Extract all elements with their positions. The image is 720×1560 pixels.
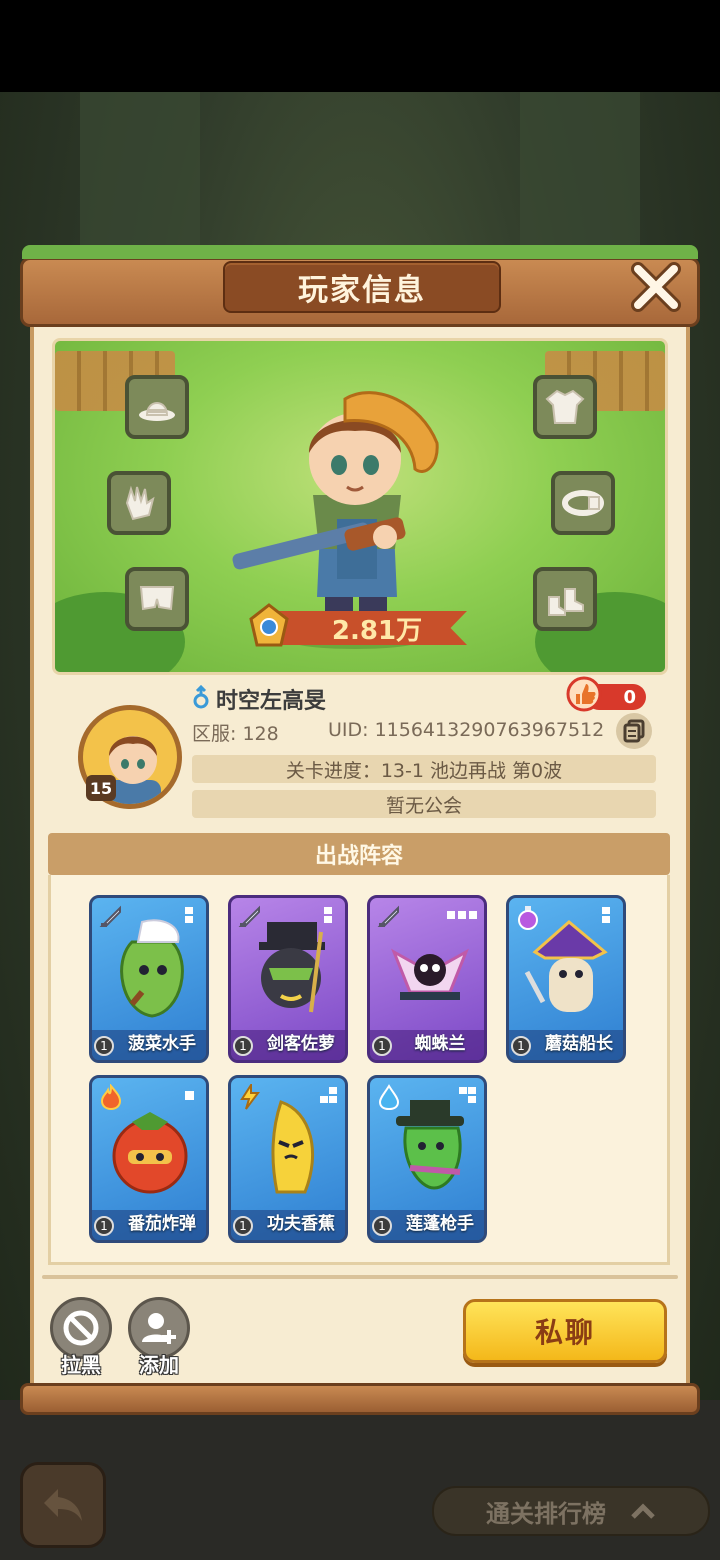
mushroom-captain-art xyxy=(524,920,608,1012)
lineup-card[interactable]: 1 番茄炸弹 xyxy=(89,1075,209,1243)
lineup-card[interactable]: 1 菠菜水手 xyxy=(89,895,209,1063)
card-name: 蜘蛛兰 xyxy=(414,1034,466,1054)
power-banner: 2.81万 xyxy=(247,603,473,649)
equip-slot-hat[interactable] xyxy=(125,375,189,439)
section-divider xyxy=(42,1275,678,1279)
gender-male-icon xyxy=(193,685,209,709)
card-level: 1 xyxy=(372,1036,392,1056)
grass-decoration xyxy=(22,245,698,259)
glove-icon xyxy=(125,485,155,521)
chevron-up-icon xyxy=(631,1503,655,1519)
uid-label: UID: 1156413290763967512 xyxy=(328,719,605,741)
equip-slot-shoes[interactable] xyxy=(533,567,597,631)
background-bottom xyxy=(0,1400,720,1560)
player-level-badge: 15 xyxy=(86,775,116,801)
dialog-title: 玩家信息 xyxy=(223,261,501,313)
close-icon xyxy=(631,262,681,312)
close-button[interactable] xyxy=(624,255,688,319)
add-friend-label: 添加 xyxy=(139,1353,179,1377)
card-name: 番茄炸弹 xyxy=(128,1214,196,1234)
player-name: 时空左高旻 xyxy=(216,689,327,714)
dialog-scroll-bottom xyxy=(20,1383,700,1415)
status-bar xyxy=(0,0,720,92)
player-info-dialog: 玩家信息 2.81万 15 时空左高旻 0 区服: 128 UID: 11564… xyxy=(20,245,700,1415)
equip-slot-shirt[interactable] xyxy=(533,375,597,439)
belt-icon xyxy=(562,490,604,516)
hat-icon xyxy=(139,402,175,421)
card-name: 莲蓬枪手 xyxy=(406,1214,474,1234)
copy-icon xyxy=(623,719,645,743)
power-gem-icon xyxy=(249,603,289,647)
equip-slot-pants[interactable] xyxy=(125,567,189,631)
power-value: 2.81万 xyxy=(331,615,423,646)
boots-icon xyxy=(548,588,584,616)
card-name: 功夫香蕉 xyxy=(267,1214,335,1234)
card-name: 菠菜水手 xyxy=(128,1034,196,1054)
spinach-sailor-art xyxy=(120,919,184,1018)
add-user-icon xyxy=(142,1313,176,1344)
back-arrow-icon xyxy=(44,1489,82,1521)
lineup-card[interactable]: 1 蜘蛛兰 xyxy=(367,895,487,1063)
card-level: 1 xyxy=(94,1036,114,1056)
stage-progress: 关卡进度：13-1 池边再战 第0波 xyxy=(192,755,656,783)
shirt-icon xyxy=(545,389,585,424)
back-button[interactable] xyxy=(20,1462,106,1548)
lineup-card[interactable]: 1 莲蓬枪手 xyxy=(367,1075,487,1243)
card-level: 1 xyxy=(233,1216,253,1236)
kungfu-banana-art xyxy=(271,1100,314,1194)
copy-uid-button[interactable] xyxy=(616,713,652,749)
equip-slot-gloves[interactable] xyxy=(107,471,171,535)
lineup-title: 出战阵容 xyxy=(48,833,670,875)
card-level: 1 xyxy=(233,1036,253,1056)
server-label: 区服: 128 xyxy=(192,723,279,745)
pants-icon xyxy=(139,586,175,611)
spider-orchid-art xyxy=(391,948,469,1000)
like-button[interactable]: 0 xyxy=(566,676,648,712)
swordsman-zoro-art xyxy=(259,922,325,1013)
block-icon xyxy=(63,1310,99,1346)
card-level: 1 xyxy=(94,1216,114,1236)
block-label: 拉黑 xyxy=(61,1353,101,1377)
lineup-card[interactable]: 1 功夫香蕉 xyxy=(228,1075,348,1243)
card-name: 蘑菇船长 xyxy=(545,1034,613,1054)
thumbs-up-icon xyxy=(566,676,602,712)
card-name: 剑客佐萝 xyxy=(267,1034,335,1054)
private-chat-button[interactable]: 私聊 xyxy=(463,1299,667,1363)
character-scene: 2.81万 xyxy=(52,338,668,675)
clear-rank-button[interactable]: 通关排行榜 xyxy=(432,1486,710,1536)
lineup-card[interactable]: 1 蘑菇船长 xyxy=(506,895,626,1063)
tomato-bomb-art xyxy=(112,1112,188,1194)
card-level: 1 xyxy=(372,1216,392,1236)
lotus-gunner-art xyxy=(396,1100,464,1190)
equip-slot-belt[interactable] xyxy=(551,471,615,535)
guild-status: 暂无公会 xyxy=(192,790,656,818)
clear-rank-label: 通关排行榜 xyxy=(486,1499,606,1528)
lineup-card[interactable]: 1 剑客佐萝 xyxy=(228,895,348,1063)
card-level: 1 xyxy=(511,1036,531,1056)
